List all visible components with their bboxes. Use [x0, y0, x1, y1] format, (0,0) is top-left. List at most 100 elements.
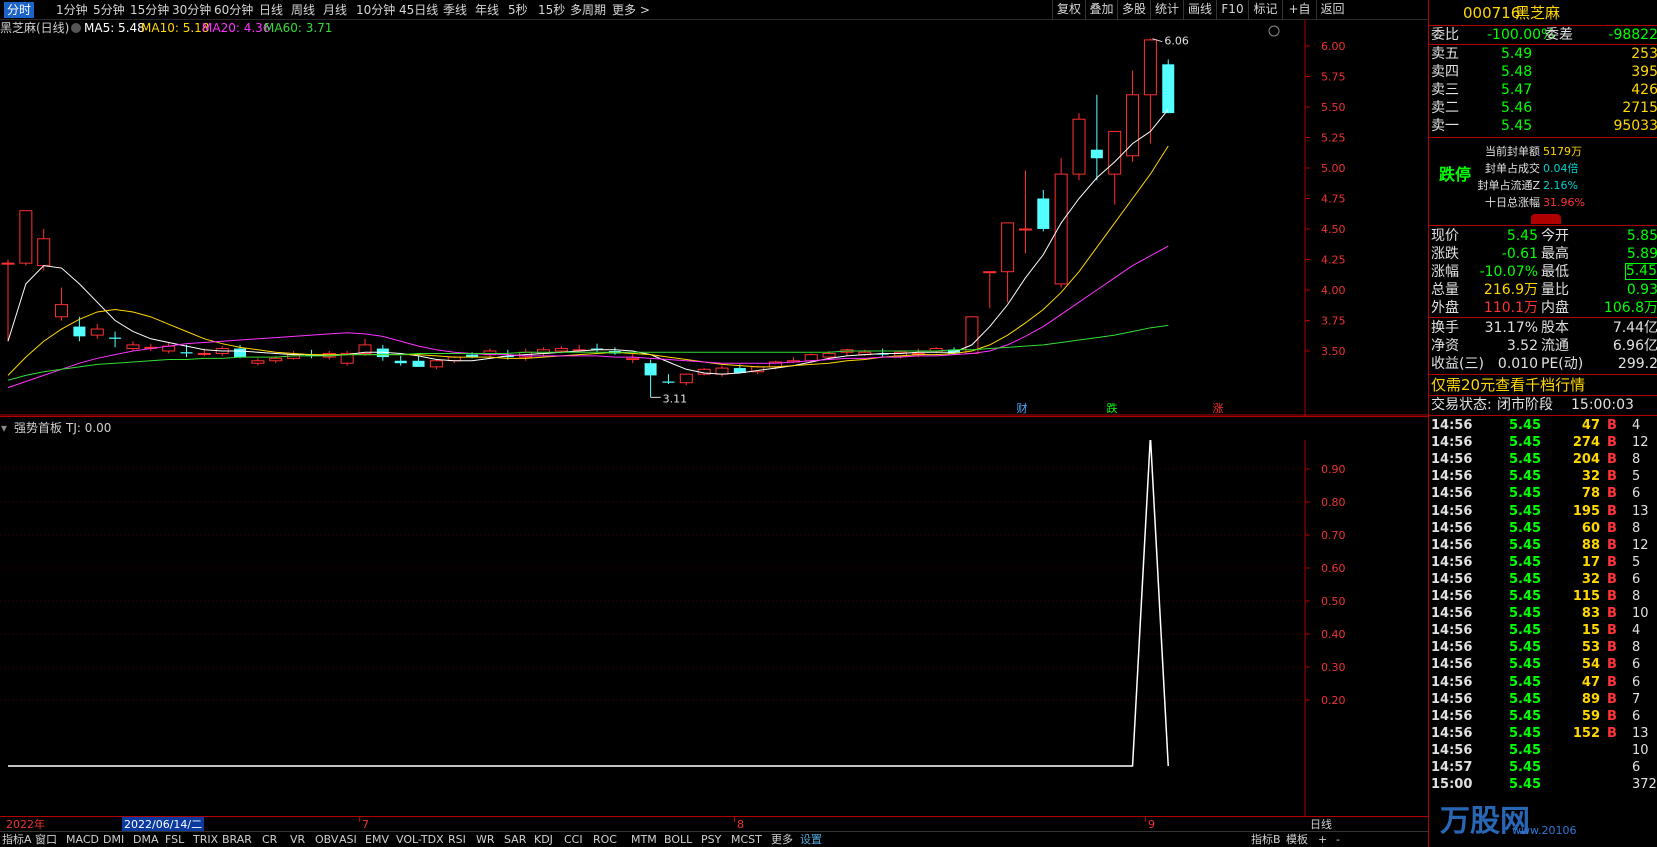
promo-text[interactable]: 仅需20元查看千档行情: [1431, 376, 1585, 394]
period-tab-12[interactable]: 年线: [475, 2, 499, 18]
toolbar-button-2[interactable]: 多股: [1117, 0, 1150, 20]
period-tab-2[interactable]: 5分钟: [93, 2, 125, 18]
period-tab-16[interactable]: 更多 >: [612, 2, 650, 18]
indicator-tab-14[interactable]: RSI: [448, 832, 466, 847]
tick-time: 14:56: [1431, 725, 1473, 741]
period-tab-14[interactable]: 15秒: [538, 2, 565, 18]
indicator-tab-20[interactable]: MTM: [631, 832, 657, 847]
tick-time: 14:56: [1431, 657, 1473, 673]
indicator-tab-12[interactable]: EMV: [365, 832, 389, 847]
tick-count: 10: [1632, 742, 1649, 758]
indicator-tab-19[interactable]: ROC: [593, 832, 617, 847]
indicator-tab-8[interactable]: CR: [262, 832, 277, 847]
indicator-tab-4[interactable]: DMA: [133, 832, 159, 847]
pane-divider[interactable]: [0, 416, 1428, 417]
quote-panel: 000716 黑芝麻 委比 -100.00% 委差 -98822 卖五 5.49 2…: [1428, 0, 1657, 847]
tick-row: 14:56 5.45 47 B 6: [1429, 674, 1657, 691]
period-tab-13[interactable]: 5秒: [508, 2, 528, 18]
indicator-tab-18[interactable]: CCI: [564, 832, 583, 847]
tick-volume: 83: [1581, 606, 1600, 622]
indicator-tab-3[interactable]: DMI: [103, 832, 124, 847]
indicator-tab-22[interactable]: PSY: [701, 832, 721, 847]
toolbar-button-3[interactable]: 统计: [1150, 0, 1183, 20]
toolbar-button-4[interactable]: 画线: [1183, 0, 1216, 20]
seal-row: 封单占成交 0.04倍: [1429, 161, 1657, 177]
indicator-tab-1[interactable]: 窗口: [35, 832, 57, 847]
tick-row: 14:56 5.45 115 B 8: [1429, 588, 1657, 605]
ask-row[interactable]: 卖四 5.48 395: [1429, 63, 1657, 81]
toolbar-button-6[interactable]: 标记: [1248, 0, 1282, 20]
tick-volume: 17: [1581, 554, 1600, 570]
indicator-tab-right-2[interactable]: +: [1318, 832, 1327, 847]
ask-row[interactable]: 卖三 5.47 426: [1429, 81, 1657, 99]
ask-row[interactable]: 卖二 5.46 2715: [1429, 99, 1657, 117]
indicator-tab-24[interactable]: 更多: [771, 832, 793, 847]
quote-row: 涨跌 -0.61 最高 5.89: [1429, 245, 1657, 263]
candle-body: [1018, 228, 1032, 231]
period-tab-11[interactable]: 季线: [443, 2, 467, 18]
tick-count: 6: [1632, 571, 1641, 587]
period-tab-7[interactable]: 周线: [291, 2, 315, 18]
tick-time: 14:56: [1431, 435, 1473, 451]
tick-price: 5.45: [1509, 503, 1542, 519]
indicator-tab-9[interactable]: VR: [290, 832, 305, 847]
event-marker-1[interactable]: 跌: [1107, 401, 1118, 415]
tick-side: B: [1607, 657, 1617, 673]
period-tab-1[interactable]: 1分钟: [56, 2, 88, 18]
indicator-tab-right-3[interactable]: -: [1336, 832, 1340, 847]
tick-price: 5.45: [1509, 777, 1542, 793]
period-tab-4[interactable]: 30分钟: [172, 2, 211, 18]
tick-row: 14:56 5.45 83 B 10: [1429, 605, 1657, 622]
indicator-tab-5[interactable]: FSL: [165, 832, 184, 847]
event-marker-2[interactable]: 涨: [1213, 402, 1224, 415]
expand-button[interactable]: [1531, 214, 1561, 224]
indicator-tab-13[interactable]: VOL-TDX: [396, 832, 444, 847]
indicator-tab-0[interactable]: 指标A: [2, 832, 32, 847]
tick-volume: 15: [1581, 623, 1600, 639]
toolbar-button-1[interactable]: 叠加: [1085, 0, 1117, 20]
event-marker-0[interactable]: 财: [1017, 401, 1028, 415]
period-tab-10[interactable]: 45日线: [399, 2, 438, 18]
tick-volume: 53: [1581, 640, 1600, 656]
ask-row[interactable]: 卖一 5.45 95033: [1429, 117, 1657, 135]
indicator-tab-25[interactable]: 设置: [800, 832, 822, 847]
period-tab-8[interactable]: 月线: [323, 2, 347, 18]
toolbar-button-0[interactable]: 复权: [1052, 0, 1085, 20]
toolbar-button-8[interactable]: 返回: [1316, 0, 1348, 20]
period-tab-15[interactable]: 多周期: [570, 2, 606, 18]
indicator-chart[interactable]: 1.00 0.90 0.80 0.70 0.60 0.50 0.40 0.30 0.20: [0, 440, 1428, 816]
quote-value: 0.93: [1626, 282, 1657, 298]
chevron-down-icon[interactable]: [71, 23, 81, 33]
chevron-down-icon[interactable]: ▾: [1, 420, 7, 436]
ask-row[interactable]: 卖五 5.49 253: [1429, 45, 1657, 63]
period-tab-6[interactable]: 日线: [259, 2, 283, 18]
period-tab-5[interactable]: 60分钟: [214, 2, 253, 18]
indicator-tab-17[interactable]: KDJ: [534, 832, 553, 847]
indicator-tab-7[interactable]: BRAR: [222, 832, 252, 847]
candlestick-chart[interactable]: 6.00 5.75 5.50 5.25 5.00 4.75 4.50 4.25 4.00 3.75…: [0, 20, 1428, 416]
toolbar-button-5[interactable]: F10: [1216, 0, 1248, 20]
toolbar-button-7[interactable]: +自选: [1282, 0, 1316, 35]
stock-header: 000716 黑芝麻: [1429, 3, 1657, 23]
y-tick-label: 4.00: [1321, 284, 1346, 297]
tick-time: 14:56: [1431, 554, 1473, 570]
indicator-value: TJ: 0.00: [66, 421, 112, 435]
indicator-tab-23[interactable]: MCST: [731, 832, 762, 847]
indicator-tab-16[interactable]: SAR: [504, 832, 526, 847]
period-label[interactable]: 日线: [1310, 817, 1332, 832]
tick-price: 5.45: [1509, 571, 1542, 587]
indicator-tab-21[interactable]: BOLL: [664, 832, 692, 847]
indicator-tab-11[interactable]: ASI: [339, 832, 357, 847]
tick-side: B: [1607, 606, 1617, 622]
indicator-tab-15[interactable]: WR: [476, 832, 495, 847]
indicator-tab-10[interactable]: OBV: [315, 832, 338, 847]
indicator-tab-right-1[interactable]: 模板: [1286, 832, 1308, 847]
period-tab-9[interactable]: 10分钟: [356, 2, 395, 18]
indicator-tab-2[interactable]: MACD: [66, 832, 99, 847]
indicator-tab-6[interactable]: TRIX: [193, 832, 218, 847]
period-tab-3[interactable]: 15分钟: [130, 2, 169, 18]
promo-banner[interactable]: 仅需20元查看千档行情: [1429, 376, 1657, 394]
quote-label: 内盘: [1541, 300, 1569, 316]
indicator-tab-right-0[interactable]: 指标B: [1251, 832, 1281, 847]
period-tab-0[interactable]: 分时: [4, 2, 35, 18]
